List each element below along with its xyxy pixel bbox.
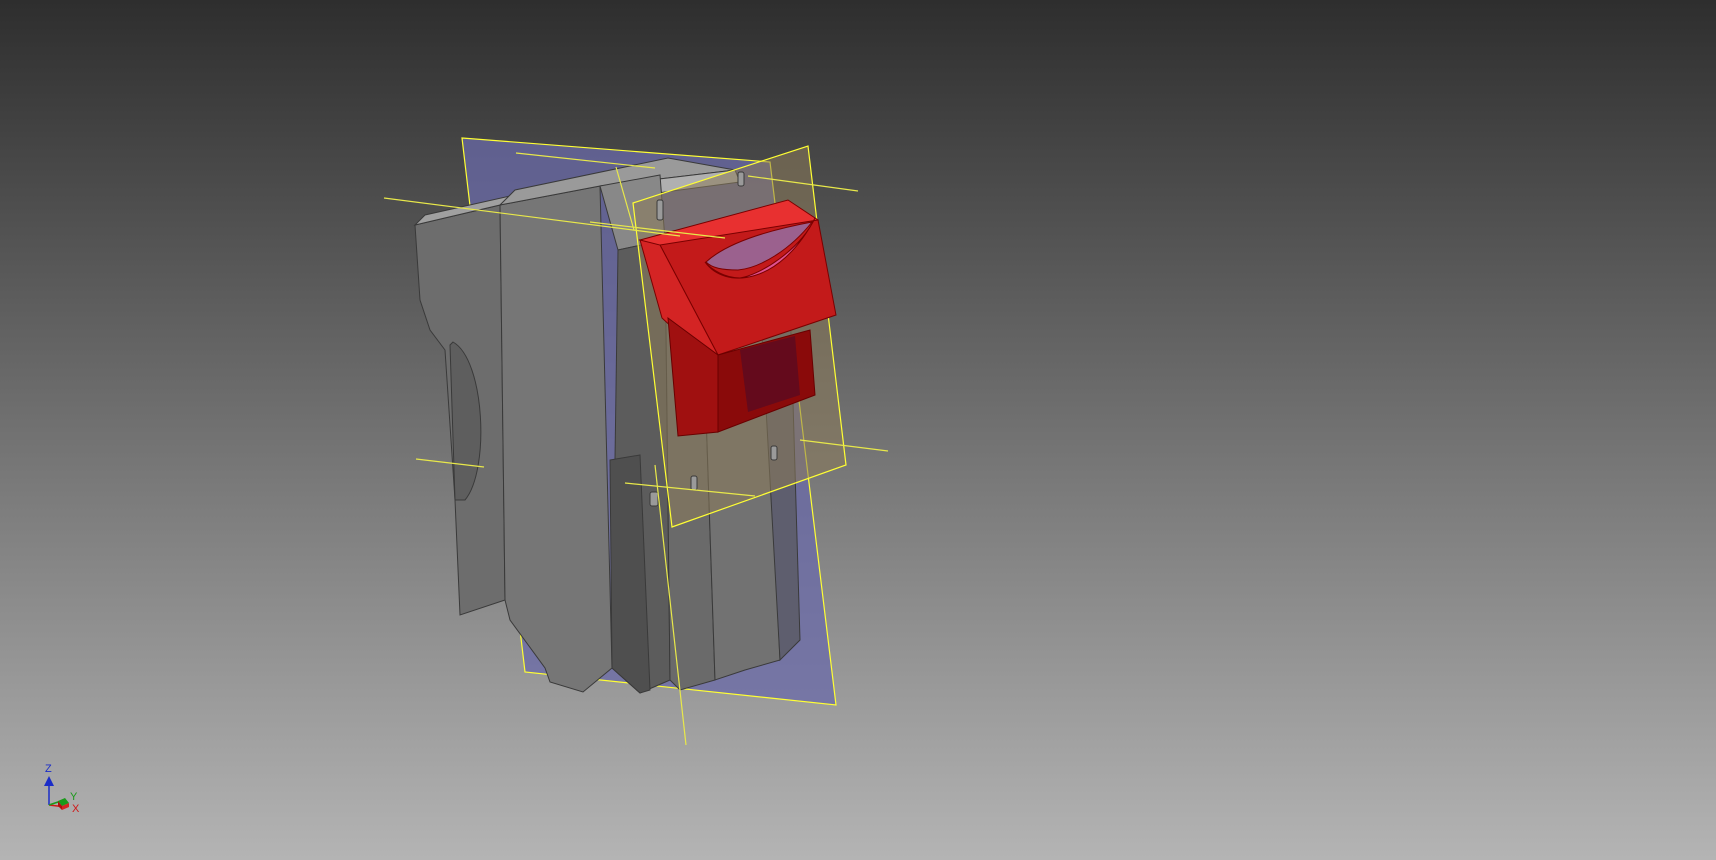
x-axis-label: X bbox=[72, 803, 80, 815]
graphics-viewport[interactable]: Z Y X bbox=[0, 0, 1716, 860]
view-triad[interactable]: Z Y X bbox=[36, 760, 92, 816]
view-triad-graphic: Z Y X bbox=[44, 763, 80, 815]
y-axis-label: Y bbox=[70, 791, 78, 803]
z-axis-arrow bbox=[44, 776, 54, 786]
3d-scene[interactable] bbox=[0, 0, 1716, 860]
viewport-background bbox=[0, 0, 1716, 860]
z-axis-label: Z bbox=[45, 763, 52, 775]
